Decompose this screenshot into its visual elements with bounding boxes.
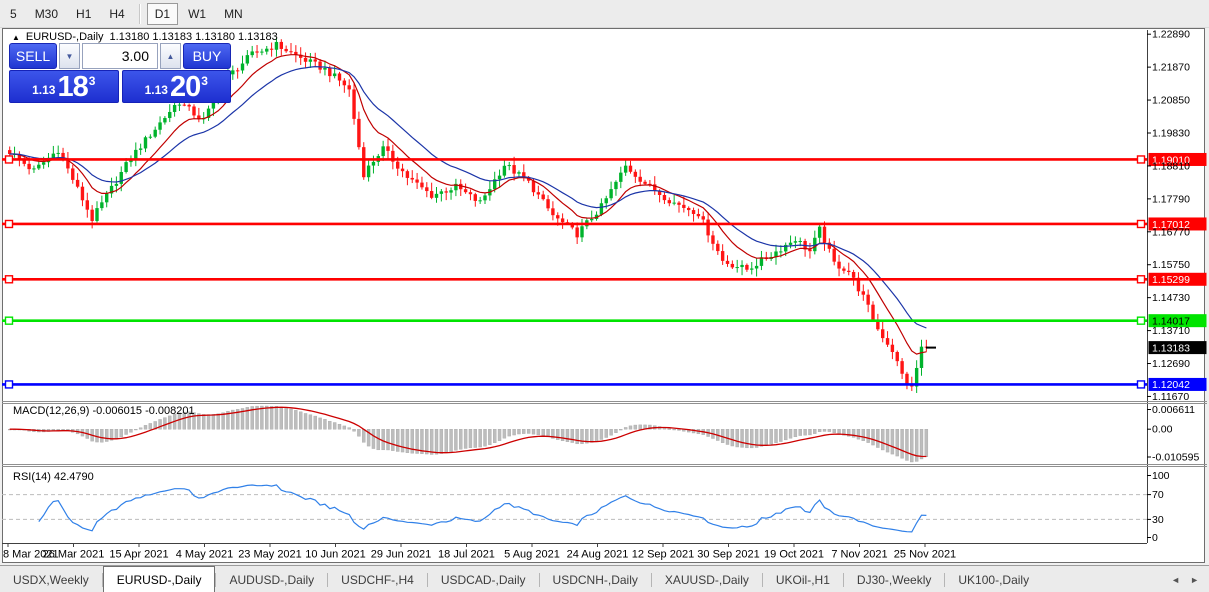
- sell-price-display[interactable]: 1.13 18 3: [9, 70, 119, 103]
- svg-text:-0.010595: -0.010595: [1152, 452, 1199, 464]
- svg-text:0.00: 0.00: [1152, 424, 1173, 436]
- buy-price-point: 3: [201, 74, 208, 88]
- chart-tab-xauusd-daily[interactable]: XAUUSD-,Daily: [652, 566, 762, 592]
- sell-price-point: 3: [89, 74, 96, 88]
- symbol-title: EURUSD-,Daily: [26, 31, 104, 43]
- svg-text:4 May 2021: 4 May 2021: [176, 549, 233, 561]
- sell-price-pips: 18: [57, 74, 87, 100]
- svg-text:29 Jun 2021: 29 Jun 2021: [371, 549, 432, 561]
- svg-text:1.13183: 1.13183: [1152, 342, 1190, 354]
- svg-text:1.21870: 1.21870: [1152, 62, 1190, 74]
- volume-decrease-button[interactable]: ▼: [59, 43, 80, 69]
- chart-tab-usdcad-daily[interactable]: USDCAD-,Daily: [428, 566, 539, 592]
- svg-text:1.20850: 1.20850: [1152, 95, 1190, 107]
- chart-tab-usdchf-h4[interactable]: USDCHF-,H4: [328, 566, 427, 592]
- tab-scroll-right-icon[interactable]: ►: [1190, 575, 1199, 585]
- svg-text:10 Jun 2021: 10 Jun 2021: [305, 549, 366, 561]
- buy-price-display[interactable]: 1.13 20 3: [122, 70, 232, 103]
- volume-input[interactable]: 3.00: [82, 43, 158, 69]
- svg-text:1.17790: 1.17790: [1152, 193, 1190, 205]
- chart-tab-usdx-weekly[interactable]: USDX,Weekly: [0, 566, 102, 592]
- sell-price-prefix: 1.13: [32, 83, 55, 97]
- horizontal-level-lines[interactable]: 1.190101.170121.152991.140171.120421.131…: [2, 153, 1207, 391]
- rsi-indicator-label: RSI(14) 42.4790: [13, 471, 94, 483]
- one-click-trade-panel: SELL ▼ 3.00 ▲ BUY 1.13 18 3 1.13 20 3: [9, 43, 231, 103]
- macd-indicator-label: MACD(12,26,9) -0.006015 -0.008201: [13, 405, 195, 417]
- svg-text:1.14730: 1.14730: [1152, 292, 1190, 304]
- chart-tab-bar: USDX,WeeklyEURUSD-,DailyAUDUSD-,DailyUSD…: [0, 565, 1209, 592]
- svg-text:1.22890: 1.22890: [1152, 29, 1190, 41]
- svg-text:30: 30: [1152, 514, 1164, 526]
- svg-text:1.12042: 1.12042: [1152, 379, 1190, 391]
- chart-tab-usdcnh-daily[interactable]: USDCNH-,Daily: [540, 566, 651, 592]
- collapse-icon[interactable]: ▲: [12, 33, 20, 42]
- chart-tab-eurusd-daily[interactable]: EURUSD-,Daily: [103, 566, 216, 592]
- buy-price-pips: 20: [170, 74, 200, 100]
- svg-text:15 Apr 2021: 15 Apr 2021: [109, 549, 168, 561]
- trading-terminal: 5M30H1H4D1W1MN 1.190101.170121.152991.14…: [0, 0, 1209, 592]
- svg-text:23 May 2021: 23 May 2021: [238, 549, 302, 561]
- svg-text:26 Mar 2021: 26 Mar 2021: [43, 549, 105, 561]
- svg-text:5 Aug 2021: 5 Aug 2021: [504, 549, 560, 561]
- svg-text:1.15299: 1.15299: [1152, 274, 1190, 286]
- svg-text:24 Aug 2021: 24 Aug 2021: [567, 549, 629, 561]
- svg-text:70: 70: [1152, 489, 1164, 501]
- chart-tab-uk100-daily[interactable]: UK100-,Daily: [945, 566, 1042, 592]
- chart-title: ▲ EURUSD-,Daily 1.13180 1.13183 1.13180 …: [12, 31, 278, 43]
- svg-text:1.12690: 1.12690: [1152, 358, 1190, 370]
- svg-text:12 Sep 2021: 12 Sep 2021: [632, 549, 694, 561]
- svg-text:18 Jul 2021: 18 Jul 2021: [438, 549, 495, 561]
- buy-button[interactable]: BUY: [183, 43, 231, 69]
- svg-text:1.19830: 1.19830: [1152, 127, 1190, 139]
- rsi-pane: 100 70 30 0: [2, 470, 1170, 544]
- chart-tab-dj30-weekly[interactable]: DJ30-,Weekly: [844, 566, 944, 592]
- svg-text:1.18810: 1.18810: [1152, 160, 1190, 172]
- svg-text:1.15750: 1.15750: [1152, 259, 1190, 271]
- buy-price-prefix: 1.13: [145, 83, 168, 97]
- svg-text:1.13710: 1.13710: [1152, 325, 1190, 337]
- svg-text:0: 0: [1152, 532, 1158, 544]
- sell-button[interactable]: SELL: [9, 43, 57, 69]
- chart-tab-audusd-daily[interactable]: AUDUSD-,Daily: [216, 566, 327, 592]
- date-axis: 8 Mar 202126 Mar 202115 Apr 20214 May 20…: [3, 543, 956, 561]
- svg-text:1.16770: 1.16770: [1152, 226, 1190, 238]
- tab-scroll-left-icon[interactable]: ◄: [1171, 575, 1180, 585]
- svg-text:25 Nov 2021: 25 Nov 2021: [894, 549, 956, 561]
- svg-text:30 Sep 2021: 30 Sep 2021: [697, 549, 759, 561]
- chart-tab-ukoil-h1[interactable]: UKOil-,H1: [763, 566, 843, 592]
- svg-text:7 Nov 2021: 7 Nov 2021: [831, 549, 887, 561]
- volume-increase-button[interactable]: ▲: [160, 43, 181, 69]
- svg-text:19 Oct 2021: 19 Oct 2021: [764, 549, 824, 561]
- svg-text:100: 100: [1152, 470, 1170, 482]
- svg-text:0.006611: 0.006611: [1152, 404, 1195, 416]
- ohlc-values: 1.13180 1.13183 1.13180 1.13183: [110, 31, 278, 43]
